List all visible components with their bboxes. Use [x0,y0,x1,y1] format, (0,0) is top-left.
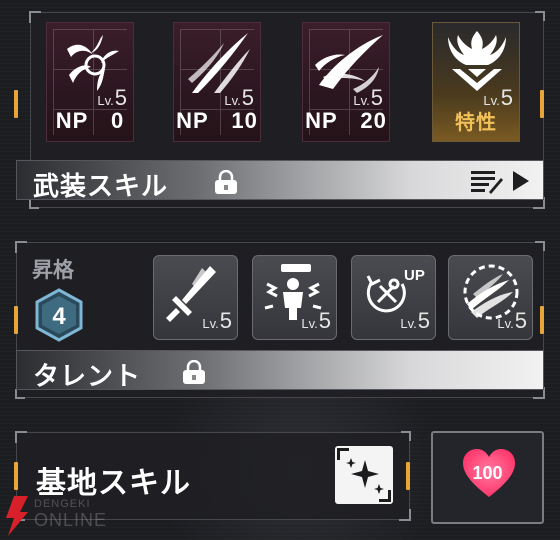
weapon-skill-bar[interactable]: 武装スキル [16,160,544,202]
ascension-rank-badge: 4 [35,288,83,342]
lightning-logo-icon [6,496,28,536]
panel-accent-right [540,306,544,334]
np-cost-label: NP 10 [176,108,258,133]
watermark-line1: DENGEKI [34,498,91,510]
panel-accent-left [14,90,18,118]
flame-emblem-icon [448,31,506,91]
weapon-skill-tile-2[interactable]: Lv.5 NP 10 [173,22,261,142]
weapon-trait-tile[interactable]: Lv.5 特性 [432,22,520,142]
np-cost-label: NP 20 [305,108,387,133]
claw-burst-icon [67,35,119,91]
weapon-skill-title: 武装スキル [33,172,169,202]
talent-title: タレント [33,362,142,392]
talent-tile-2[interactable]: Lv.5 [252,255,337,340]
np-cost-label: NP 0 [55,108,125,133]
talent-level: Lv.5 [301,308,331,333]
talent-tile-3[interactable]: UP Lv.5 [351,255,436,340]
panel-accent-left [14,462,18,490]
ascension-rank: 4 [52,303,66,330]
panel-accent-right [406,462,410,490]
sparkle-frame-icon [337,448,391,502]
weapon-skill-tile-3[interactable]: Lv.5 NP 20 [302,22,390,142]
padlock-icon [183,360,205,384]
affection-panel[interactable]: 100 [431,431,544,524]
play-arrow-icon[interactable] [511,171,529,191]
ascension-label: 昇格 [32,258,74,282]
talent-tile-4[interactable]: Lv.5 [448,255,533,340]
talent-tile-1[interactable]: Lv.5 [153,255,238,340]
base-skill-icon-frame[interactable] [335,446,393,504]
padlock-icon [215,170,237,194]
talent-level: Lv.5 [497,308,527,333]
watermark: DENGEKI ONLINE [4,496,106,540]
affection-value: 100 [472,463,503,483]
talent-bar[interactable]: タレント [16,350,544,392]
trait-label: 特性 [455,112,497,134]
panel-accent-left [14,306,18,334]
talent-level: Lv.5 [400,308,430,333]
panel-accent-right [540,90,544,118]
weapon-skill-tile-1[interactable]: Lv.5 NP 0 [46,22,134,142]
base-skill-title: 基地スキル [36,466,191,501]
talent-level: Lv.5 [202,308,232,333]
notes-list-icon[interactable] [469,168,503,194]
watermark-line2: ONLINE [34,510,108,530]
up-text: UP [404,267,425,284]
